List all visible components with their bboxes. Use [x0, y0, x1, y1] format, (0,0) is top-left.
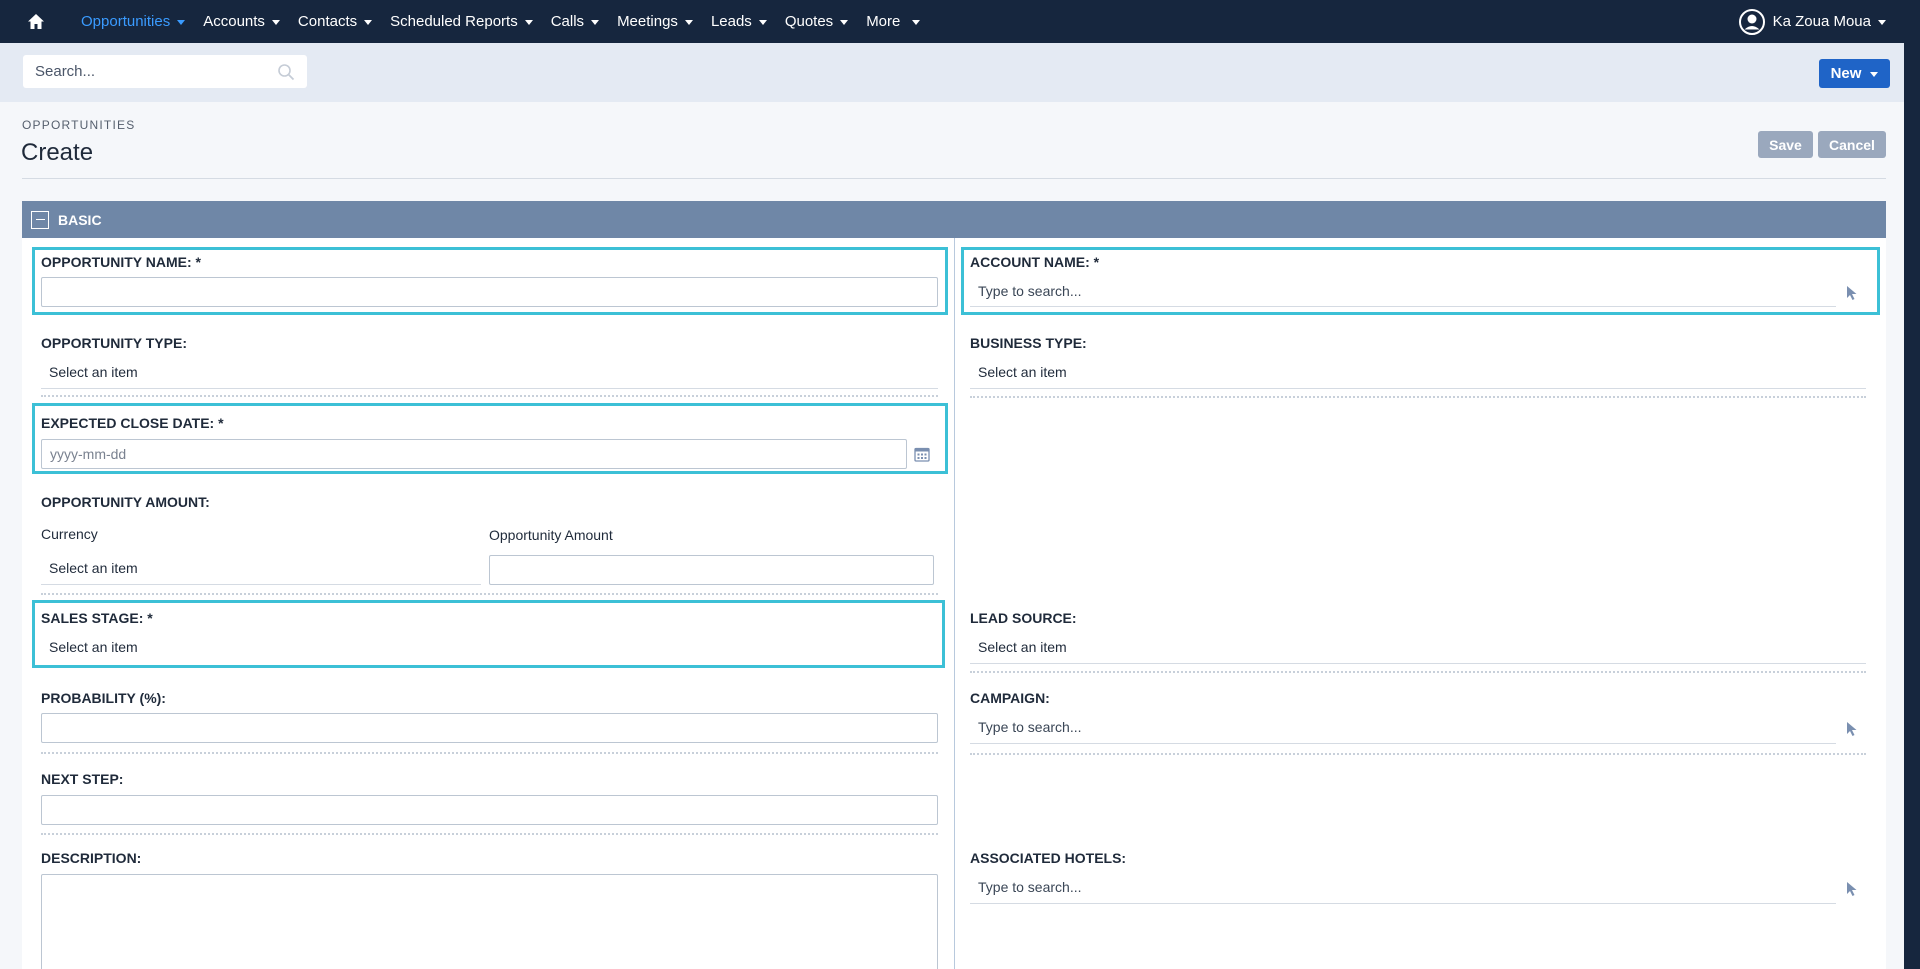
chevron-down-icon [1878, 20, 1886, 25]
chevron-down-icon [684, 20, 693, 25]
global-search [23, 55, 307, 88]
amount-label: Opportunity Amount [489, 527, 613, 543]
field-underline [41, 584, 481, 585]
chevron-down-icon [524, 20, 533, 25]
field-separator [41, 593, 938, 595]
nav-item-opportunities[interactable]: Opportunities [72, 0, 194, 43]
header-divider [22, 178, 1886, 179]
required-field-highlight [32, 600, 945, 668]
probability-label: PROBABILITY (%): [41, 690, 166, 706]
opportunity-name-input[interactable] [41, 277, 938, 307]
top-navigation: Opportunities Accounts Contacts Schedule… [0, 0, 1920, 43]
field-separator [41, 833, 938, 835]
chevron-down-icon [1870, 72, 1879, 77]
next-step-label: NEXT STEP: [41, 771, 124, 787]
opportunity-type-select[interactable]: Select an item [41, 364, 138, 380]
cursor-pointer-icon[interactable] [1845, 721, 1859, 737]
expected-close-date-input[interactable] [41, 439, 907, 469]
next-step-input[interactable] [41, 795, 938, 825]
user-name: Ka Zoua Moua [1772, 13, 1871, 30]
cancel-button[interactable]: Cancel [1818, 131, 1886, 158]
nav-item-quotes[interactable]: Quotes [776, 0, 857, 43]
calendar-icon[interactable] [914, 446, 930, 462]
nav-item-leads[interactable]: Leads [702, 0, 776, 43]
field-underline [970, 903, 1836, 904]
chevron-down-icon [177, 20, 186, 25]
nav-item-scheduled-reports[interactable]: Scheduled Reports [381, 0, 542, 43]
currency-select[interactable]: Select an item [41, 560, 138, 576]
field-separator [41, 395, 938, 397]
page-title: Create [21, 139, 94, 166]
field-underline [41, 388, 938, 389]
cursor-pointer-icon[interactable] [1845, 881, 1859, 897]
home-icon [28, 14, 44, 29]
description-label: DESCRIPTION: [41, 850, 142, 866]
field-underline [970, 743, 1836, 744]
cursor-pointer-icon[interactable] [1845, 285, 1859, 301]
sales-stage-label: SALES STAGE: * [41, 610, 153, 626]
chevron-down-icon [840, 20, 849, 25]
field-separator [970, 671, 1866, 673]
module-label: OPPORTUNITIES [22, 118, 136, 132]
opportunity-type-label: OPPORTUNITY TYPE: [41, 335, 187, 351]
field-underline [970, 306, 1836, 307]
expected-close-date-label: EXPECTED CLOSE DATE: * [41, 415, 224, 431]
search-input[interactable] [23, 56, 263, 87]
associated-hotels-input[interactable]: Type to search... [970, 879, 1082, 895]
new-button[interactable]: New [1819, 59, 1890, 88]
field-underline [970, 663, 1866, 664]
nav-item-accounts[interactable]: Accounts [194, 0, 289, 43]
account-name-label: ACCOUNT NAME: * [970, 254, 1100, 270]
opportunity-name-label: OPPORTUNITY NAME: * [41, 254, 201, 270]
main-menu: Opportunities Accounts Contacts Schedule… [72, 0, 929, 43]
chevron-down-icon [271, 20, 280, 25]
campaign-input[interactable]: Type to search... [970, 719, 1082, 735]
business-type-label: BUSINESS TYPE: [970, 335, 1087, 351]
panel-header-basic[interactable]: BASIC [22, 201, 1886, 238]
nav-item-contacts[interactable]: Contacts [289, 0, 381, 43]
field-underline [970, 388, 1866, 389]
sales-stage-select[interactable]: Select an item [41, 639, 138, 655]
column-divider [954, 238, 955, 969]
opportunity-amount-label: OPPORTUNITY AMOUNT: [41, 494, 210, 510]
user-avatar-icon [1738, 8, 1765, 35]
chevron-down-icon [364, 20, 373, 25]
account-name-input[interactable]: Type to search... [970, 283, 1082, 299]
scrollbar[interactable] [1904, 43, 1920, 969]
collapse-icon[interactable] [31, 210, 49, 229]
opportunity-amount-input[interactable] [489, 555, 934, 585]
panel-title: BASIC [58, 211, 102, 228]
nav-item-calls[interactable]: Calls [542, 0, 608, 43]
chevron-down-icon [758, 20, 767, 25]
home-button[interactable] [0, 0, 72, 43]
business-type-select[interactable]: Select an item [970, 364, 1067, 380]
campaign-label: CAMPAIGN: [970, 690, 1050, 706]
save-button[interactable]: Save [1758, 131, 1813, 158]
currency-label: Currency [41, 526, 98, 542]
search-icon[interactable] [277, 63, 295, 81]
chevron-down-icon [912, 20, 921, 25]
description-textarea[interactable] [41, 874, 938, 969]
field-separator [970, 753, 1866, 755]
chevron-down-icon [591, 20, 600, 25]
user-menu[interactable]: Ka Zoua Moua [1738, 0, 1886, 43]
nav-item-more[interactable]: More [857, 0, 929, 43]
action-bar: New [0, 43, 1904, 102]
associated-hotels-label: ASSOCIATED HOTELS: [970, 850, 1127, 866]
lead-source-select[interactable]: Select an item [970, 639, 1067, 655]
lead-source-label: LEAD SOURCE: [970, 610, 1077, 626]
probability-input[interactable] [41, 713, 938, 743]
nav-item-meetings[interactable]: Meetings [608, 0, 702, 43]
field-separator [41, 752, 938, 754]
field-separator [970, 396, 1866, 398]
